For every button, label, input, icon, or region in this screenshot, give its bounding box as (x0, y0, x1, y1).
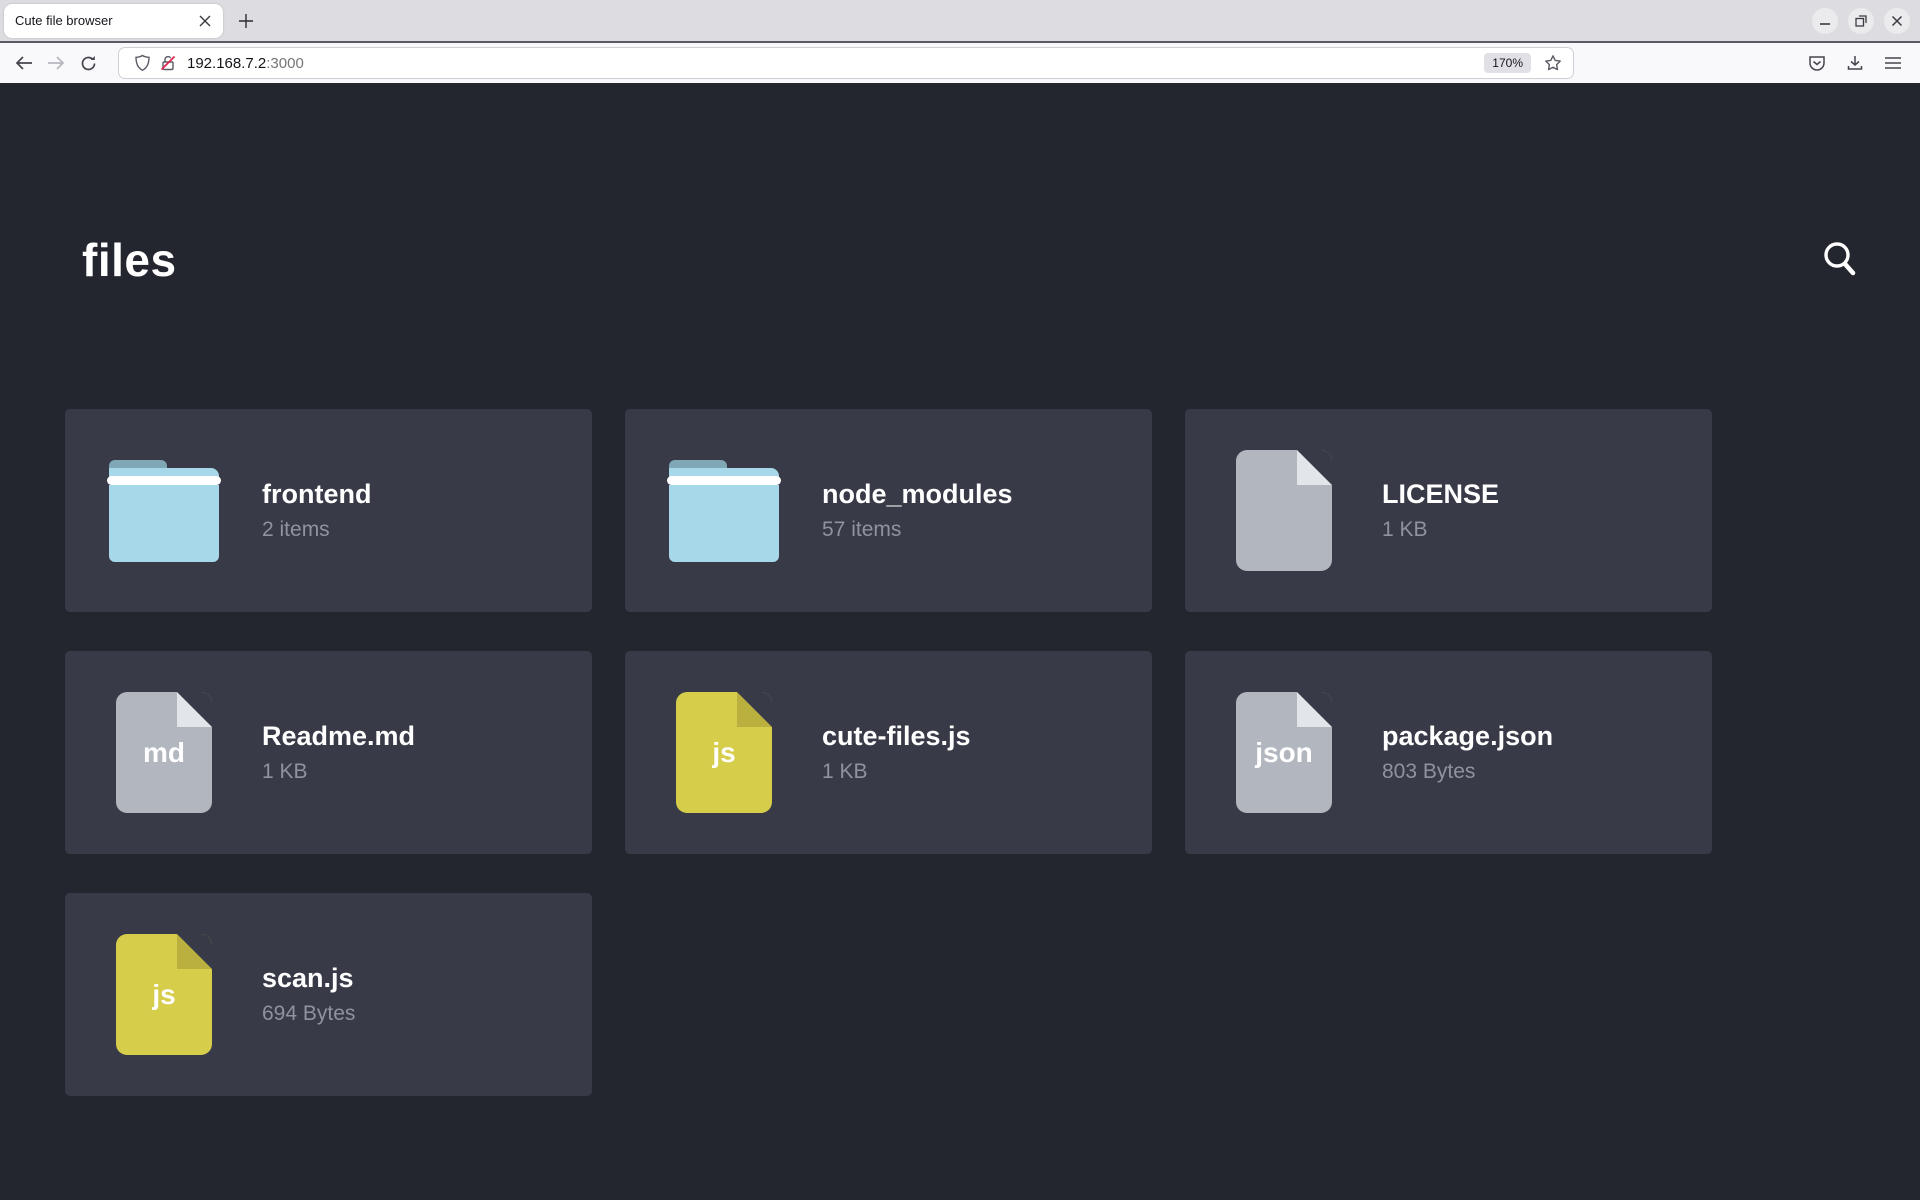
forward-button[interactable] (40, 48, 72, 78)
file-browser-page: files frontend 2 items node_ (0, 83, 1920, 1198)
window-controls (1812, 8, 1910, 34)
tab-title: Cute file browser (15, 13, 195, 28)
window-close-button[interactable] (1884, 8, 1910, 34)
file-name: LICENSE (1382, 479, 1499, 510)
file-name: package.json (1382, 721, 1553, 752)
file-size: 2 items (262, 518, 371, 542)
url-host: 192.168.7.2 (187, 55, 266, 72)
menu-hamburger-icon[interactable] (1878, 48, 1908, 78)
page-header: files (65, 233, 1862, 287)
folder-icon (109, 460, 219, 562)
file-size: 1 KB (822, 760, 971, 784)
file-name: frontend (262, 479, 371, 510)
file-name: scan.js (262, 963, 355, 994)
insecure-lock-icon[interactable] (155, 50, 181, 76)
new-tab-button[interactable] (231, 6, 261, 36)
file-icon: json (1236, 692, 1332, 813)
tab-close-icon[interactable] (195, 11, 215, 31)
file-name: Readme.md (262, 721, 415, 752)
shield-icon[interactable] (129, 50, 155, 76)
back-button[interactable] (8, 48, 40, 78)
downloads-icon[interactable] (1840, 48, 1870, 78)
file-size: 1 KB (1382, 518, 1499, 542)
file-icon (1236, 450, 1332, 571)
file-extension-label: js (152, 979, 175, 1011)
file-card[interactable]: node_modules 57 items (625, 409, 1152, 612)
search-icon[interactable] (1818, 238, 1862, 282)
url-port: :3000 (266, 55, 304, 72)
window-restore-button[interactable] (1848, 8, 1874, 34)
url-bar[interactable]: 192.168.7.2:3000 170% (118, 47, 1574, 79)
file-extension-label: md (143, 737, 185, 769)
tab-bar: Cute file browser (0, 0, 1920, 43)
file-card[interactable]: LICENSE 1 KB (1185, 409, 1712, 612)
file-name: cute-files.js (822, 721, 971, 752)
reload-button[interactable] (72, 48, 104, 78)
file-card[interactable]: js scan.js 694 Bytes (65, 893, 592, 1096)
file-icon: md (116, 692, 212, 813)
browser-tab[interactable]: Cute file browser (4, 4, 223, 38)
url-text[interactable]: 192.168.7.2:3000 (187, 55, 1484, 72)
file-card[interactable]: md Readme.md 1 KB (65, 651, 592, 854)
file-extension-label: js (712, 737, 735, 769)
page-title: files (82, 233, 177, 287)
file-size: 694 Bytes (262, 1002, 355, 1026)
file-card[interactable]: js cute-files.js 1 KB (625, 651, 1152, 854)
file-extension-label: json (1255, 737, 1313, 769)
folder-icon (669, 460, 779, 562)
bookmark-star-icon[interactable] (1541, 51, 1565, 75)
file-icon: js (676, 692, 772, 813)
pocket-icon[interactable] (1802, 48, 1832, 78)
file-size: 57 items (822, 518, 1013, 542)
file-card[interactable]: json package.json 803 Bytes (1185, 651, 1712, 854)
window-minimize-button[interactable] (1812, 8, 1838, 34)
file-card[interactable]: frontend 2 items (65, 409, 592, 612)
file-size: 803 Bytes (1382, 760, 1553, 784)
file-name: node_modules (822, 479, 1013, 510)
file-grid: frontend 2 items node_modules 57 items L… (65, 409, 1862, 1096)
file-icon: js (116, 934, 212, 1055)
toolbar-right (1802, 48, 1912, 78)
file-size: 1 KB (262, 760, 415, 784)
navigation-toolbar: 192.168.7.2:3000 170% (0, 43, 1920, 83)
zoom-level-badge[interactable]: 170% (1484, 53, 1531, 73)
